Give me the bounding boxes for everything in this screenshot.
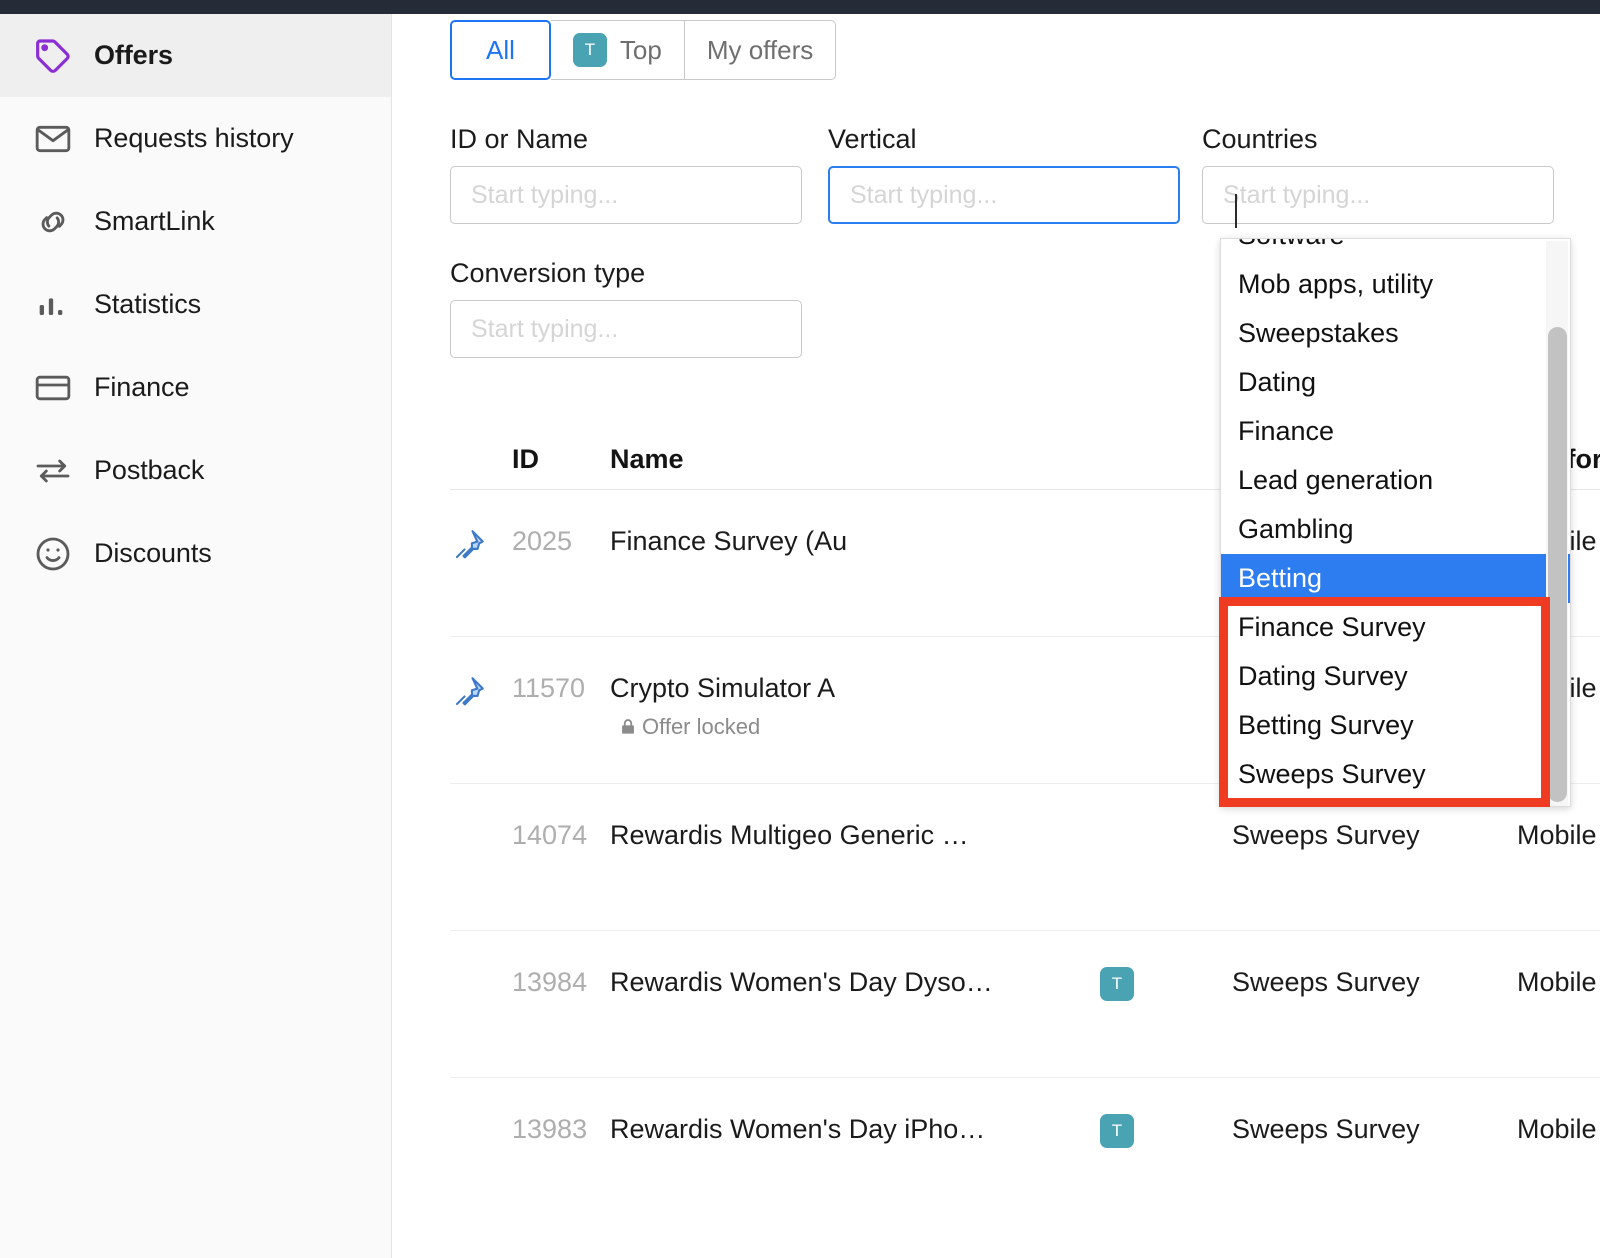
row-badge — [1100, 820, 1232, 930]
conversion-type-label: Conversion type — [450, 258, 646, 288]
row-badge: T — [1100, 1114, 1232, 1225]
link-icon — [33, 202, 79, 242]
row-id: 13983 — [512, 1114, 588, 1144]
row-badge — [1100, 673, 1232, 783]
pin-placeholder — [450, 1114, 512, 1225]
dropdown-option-sweepstakes[interactable]: Sweepstakes — [1221, 309, 1570, 358]
bar-chart-icon — [33, 285, 79, 325]
sidebar-item-label: Discounts — [94, 538, 212, 568]
row-name[interactable]: Rewardis Women's Day Dyso… — [610, 967, 1100, 1077]
tab-all[interactable]: All — [450, 20, 551, 80]
row-platform: Mobile — [1517, 1114, 1597, 1144]
row-badge — [1100, 526, 1232, 636]
pin-placeholder — [450, 820, 512, 930]
tab-label: Top — [619, 34, 662, 65]
row-badge: T — [1100, 967, 1232, 1077]
vertical-dropdown-options: Software Mob apps, utility Sweepstakes D… — [1221, 239, 1570, 799]
row-name[interactable]: Finance Survey (Au — [610, 526, 1100, 636]
tab-top[interactable]: T Top — [550, 20, 685, 80]
sidebar-item-postback[interactable]: Postback — [0, 429, 391, 512]
sidebar-item-finance[interactable]: Finance — [0, 346, 391, 429]
column-header-id[interactable]: ID — [512, 444, 610, 475]
countries-label: Countries — [1202, 124, 1318, 154]
sidebar-item-offers[interactable]: Offers — [0, 14, 391, 97]
top-badge-icon: T — [572, 33, 607, 67]
dropdown-scrollbar-thumb[interactable] — [1548, 327, 1567, 802]
row-platform: Mobile — [1517, 967, 1597, 997]
sidebar-item-label: SmartLink — [94, 206, 215, 236]
sidebar-item-smartlink[interactable]: SmartLink — [0, 180, 391, 263]
sidebar-item-requests-history[interactable]: Requests history — [0, 97, 391, 180]
offer-filter-tabs: All T Top My offers — [450, 20, 837, 80]
tab-label: All — [486, 34, 515, 65]
offer-locked-status: Offer locked — [618, 714, 1100, 740]
tab-label: My offers — [706, 34, 814, 65]
dropdown-option-sweeps-survey[interactable]: Sweeps Survey — [1221, 750, 1570, 799]
dropdown-option-lead-generation[interactable]: Lead generation — [1221, 456, 1570, 505]
row-name-text: Crypto Simulator A — [610, 673, 836, 703]
row-id: 14074 — [512, 820, 588, 850]
exchange-icon — [33, 451, 79, 491]
row-id: 2025 — [512, 526, 573, 556]
conversion-type-input[interactable] — [450, 300, 802, 358]
row-vertical: Sweeps Survey — [1232, 967, 1420, 997]
window-top-bar — [0, 0, 1600, 14]
smiley-icon — [33, 534, 79, 574]
pin-placeholder — [450, 967, 512, 1077]
sidebar: Offers Requests history SmartLink Statis… — [0, 14, 392, 1258]
dropdown-option-software[interactable]: Software — [1221, 239, 1570, 260]
table-row[interactable]: 13983 Rewardis Women's Day iPho… T Sweep… — [450, 1078, 1600, 1225]
vertical-dropdown-list[interactable]: Software Mob apps, utility Sweepstakes D… — [1220, 238, 1571, 807]
sidebar-item-label: Postback — [94, 455, 205, 485]
vertical-label: Vertical — [828, 124, 917, 154]
row-name-text: Rewardis Women's Day Dyso… — [610, 967, 993, 997]
dropdown-option-finance-survey[interactable]: Finance Survey — [1221, 603, 1570, 652]
dropdown-option-betting[interactable]: Betting — [1221, 554, 1570, 603]
main-content: All T Top My offers ID or Name Vertical … — [392, 14, 1600, 1258]
pin-icon[interactable] — [450, 526, 512, 636]
sidebar-item-label: Statistics — [94, 289, 202, 319]
dropdown-option-mob-apps-utility[interactable]: Mob apps, utility — [1221, 260, 1570, 309]
row-name-text: Rewardis Multigeo Generic … — [610, 820, 969, 850]
row-platform: Mobile — [1517, 820, 1597, 850]
row-vertical: Sweeps Survey — [1232, 820, 1420, 850]
row-name-text: Finance Survey (Au — [610, 526, 848, 556]
top-badge-icon: T — [1100, 1114, 1134, 1148]
sidebar-item-label: Requests history — [94, 123, 294, 153]
row-name[interactable]: Rewardis Women's Day iPho… — [610, 1114, 1100, 1225]
dropdown-option-betting-survey[interactable]: Betting Survey — [1221, 701, 1570, 750]
pin-icon[interactable] — [450, 673, 512, 783]
row-name[interactable]: Rewardis Multigeo Generic … — [610, 820, 1100, 930]
id-or-name-label: ID or Name — [450, 124, 589, 154]
vertical-input[interactable] — [828, 166, 1180, 224]
lock-icon — [622, 719, 634, 734]
column-header-name[interactable]: Name — [610, 444, 1100, 475]
offer-locked-label: Offer locked — [642, 714, 761, 739]
envelope-icon — [33, 119, 79, 159]
dropdown-option-dating-survey[interactable]: Dating Survey — [1221, 652, 1570, 701]
sidebar-item-label: Finance — [94, 372, 190, 402]
row-name[interactable]: Crypto Simulator A Offer locked — [610, 673, 1100, 783]
countries-input[interactable] — [1202, 166, 1554, 224]
sidebar-item-label: Offers — [94, 40, 173, 70]
tab-my-offers[interactable]: My offers — [684, 20, 837, 80]
row-id: 11570 — [512, 673, 586, 703]
dropdown-option-dating[interactable]: Dating — [1221, 358, 1570, 407]
id-or-name-input[interactable] — [450, 166, 802, 224]
card-icon — [33, 368, 79, 408]
row-id: 13984 — [512, 967, 588, 997]
row-vertical: Sweeps Survey — [1232, 1114, 1420, 1144]
tag-icon — [33, 36, 79, 76]
sidebar-item-discounts[interactable]: Discounts — [0, 512, 391, 595]
dropdown-option-gambling[interactable]: Gambling — [1221, 505, 1570, 554]
row-name-text: Rewardis Women's Day iPho… — [610, 1114, 986, 1144]
top-badge-icon: T — [1100, 967, 1134, 1001]
table-row[interactable]: 13984 Rewardis Women's Day Dyso… T Sweep… — [450, 931, 1600, 1078]
text-cursor — [1235, 194, 1237, 228]
sidebar-item-statistics[interactable]: Statistics — [0, 263, 391, 346]
dropdown-option-finance[interactable]: Finance — [1221, 407, 1570, 456]
